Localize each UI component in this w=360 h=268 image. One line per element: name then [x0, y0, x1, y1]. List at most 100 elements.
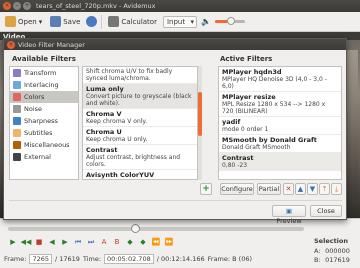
interlacing-icon — [13, 81, 21, 89]
video-filter-manager-dialog: × Video Filter Manager Available Filters… — [3, 38, 347, 225]
partial-button[interactable]: Partial — [257, 183, 281, 195]
miscellaneous-icon — [13, 141, 21, 149]
subtitles-icon — [13, 129, 21, 137]
active-filter-name: yadif — [222, 118, 241, 126]
save-button[interactable]: Save — [48, 15, 82, 28]
next-black-frame-icon[interactable]: ◆ — [138, 237, 148, 247]
close-button[interactable]: Close — [310, 205, 342, 217]
filter-category-label: Transform — [24, 69, 57, 77]
filter-category-colors[interactable]: Colors — [10, 91, 78, 103]
filter-description: Shift chroma U/V to fix badly synced lum… — [86, 68, 173, 82]
active-filter-list: MPlayer hqdn3d MPlayer HQ Denoise 3D (4,0… — [218, 66, 342, 180]
filter-name: Luma only — [86, 85, 124, 93]
move-up-icon[interactable]: ▲ — [295, 183, 306, 195]
info-icon[interactable] — [86, 16, 98, 27]
filter-category-external[interactable]: External — [10, 151, 78, 163]
colors-icon — [13, 93, 21, 101]
chevron-down-icon[interactable]: ▾ — [39, 18, 43, 26]
dialog-close-icon[interactable]: × — [7, 40, 15, 49]
playback-controls: ▶ ◀◀ ■ ◀ ▶ ⏮ ⏭ A B ◆ ◆ ⏪ ⏩ — [8, 237, 174, 247]
list-item[interactable]: Avisynth ColorYUVAlter colors (auto whit… — [83, 170, 197, 180]
active-filter-description: 0,80 -23 — [222, 162, 248, 169]
active-filter-item[interactable]: MPlayer hqdn3d MPlayer HQ Denoise 3D (4,0… — [219, 67, 341, 92]
configure-button[interactable]: Configure — [220, 183, 254, 195]
status-bar: Frame: 7265 / 17619 Time: 00:05:02.708 /… — [4, 254, 252, 264]
filter-category-sharpness[interactable]: Sharpness — [10, 115, 78, 127]
filter-name: Chroma V — [86, 110, 122, 118]
filter-category-label: Sharpness — [24, 117, 58, 125]
prev-black-frame-icon[interactable]: ◆ — [125, 237, 135, 247]
list-item[interactable]: Luma only Convert picture to greyscale (b… — [83, 84, 197, 109]
active-filter-description: MPlayer HQ Denoise 3D (4,0 - 3,0 - 6,0) — [222, 76, 327, 90]
filter-category-transform[interactable]: Transform — [10, 67, 78, 79]
list-item[interactable]: Chroma U Keep chroma U only. — [83, 127, 197, 145]
open-button[interactable]: Open ▾ — [3, 15, 44, 28]
volume-handle[interactable] — [227, 17, 236, 25]
folder-open-icon — [5, 16, 16, 27]
available-filters-title: Available Filters — [12, 55, 76, 63]
preview-icon: ▣ — [285, 207, 293, 215]
first-frame-icon[interactable]: ⏪ — [151, 237, 161, 247]
selection-a-row: A: 000000 — [314, 247, 350, 255]
time-total: / 00:12:14.166 — [156, 255, 205, 263]
list-item[interactable]: Contrast Adjust contrast, brightness and … — [83, 145, 197, 170]
last-frame-icon[interactable]: ⏩ — [164, 237, 174, 247]
active-filter-item[interactable]: MSmooth by Donald Graft Donald Graft MSmo… — [219, 135, 341, 153]
move-top-icon[interactable]: ⤒ — [319, 183, 330, 195]
filter-name: Contrast — [86, 146, 118, 154]
scrollbar-thumb[interactable] — [198, 92, 202, 136]
play-icon[interactable]: ▶ — [8, 237, 18, 247]
move-down-icon[interactable]: ▼ — [307, 183, 318, 195]
set-marker-b-icon[interactable]: B — [112, 237, 122, 247]
list-item[interactable]: Chroma V Keep chroma V only. — [83, 109, 197, 127]
stop-icon[interactable]: ■ — [34, 237, 44, 247]
prev-keyframe-icon[interactable]: ⏮ — [73, 237, 83, 247]
filter-category-subtitles[interactable]: Subtitles — [10, 127, 78, 139]
dialog-title: Video Filter Manager — [18, 40, 85, 49]
frame-label: Frame: — [4, 255, 27, 263]
filter-category-list: Transform Interlacing Colors Noise Sharpness… — [9, 66, 79, 180]
rewind-icon[interactable]: ◀◀ — [21, 237, 32, 247]
main-toolbar: Open ▾ Save Calculator Input 🔈 — [0, 12, 360, 32]
active-filter-item[interactable]: yadif mode 0 order 1 — [219, 117, 341, 135]
filter-category-noise[interactable]: Noise — [10, 103, 78, 115]
filter-name: Avisynth ColorYUV — [86, 171, 155, 179]
input-output-select[interactable]: Input — [162, 15, 197, 28]
remove-filter-icon[interactable]: ✕ — [283, 183, 294, 195]
volume-slider[interactable] — [214, 17, 245, 25]
preview-button[interactable]: ▣ Preview — [272, 205, 306, 225]
filter-description: Alter colors (auto white balance etc...)… — [86, 179, 194, 180]
filter-category-miscellaneous[interactable]: Miscellaneous — [10, 139, 78, 151]
active-filter-item[interactable]: MPlayer resize MPL Resize 1280 x 534 --> … — [219, 92, 341, 117]
noise-icon — [13, 105, 21, 113]
window-maximize-icon[interactable]: + — [23, 2, 31, 10]
filter-category-interlacing[interactable]: Interlacing — [10, 79, 78, 91]
window-close-icon[interactable]: × — [3, 2, 11, 10]
save-label: Save — [63, 17, 81, 26]
filter-name: Chroma U — [86, 128, 122, 136]
prev-frame-icon[interactable]: ◀ — [47, 237, 57, 247]
toolbar-separator — [101, 14, 103, 29]
active-filter-description: MPL Resize 1280 x 534 --> 1280 x 720 (BI… — [222, 101, 326, 115]
external-icon — [13, 153, 21, 161]
active-filter-item[interactable]: Contrast 0,80 -23 — [219, 153, 341, 171]
window-minimize-icon[interactable]: – — [13, 2, 21, 10]
sharpness-icon — [13, 117, 21, 125]
frame-type: Frame: B (06) — [207, 255, 253, 263]
selection-b-row: B: 017619 — [314, 256, 350, 264]
frame-field[interactable]: 7265 — [29, 254, 52, 264]
seek-handle[interactable] — [131, 224, 141, 233]
seek-bar[interactable] — [8, 224, 304, 233]
set-marker-a-icon[interactable]: A — [99, 237, 109, 247]
filter-list-scrollbar[interactable] — [198, 66, 202, 180]
add-filter-button[interactable]: + — [200, 183, 212, 195]
move-bottom-icon[interactable]: ⤓ — [331, 183, 342, 195]
speaker-icon[interactable]: 🔈 — [201, 17, 211, 26]
selection-b-label: B: — [314, 256, 321, 264]
calculator-button[interactable]: Calculator — [106, 15, 159, 28]
filter-category-label: External — [24, 153, 51, 161]
list-item[interactable]: Shift chroma U/V to fix badly synced lum… — [83, 67, 197, 84]
next-keyframe-icon[interactable]: ⏭ — [86, 237, 96, 247]
next-frame-icon[interactable]: ▶ — [60, 237, 70, 247]
time-field[interactable]: 00:05:02.708 — [104, 254, 154, 264]
